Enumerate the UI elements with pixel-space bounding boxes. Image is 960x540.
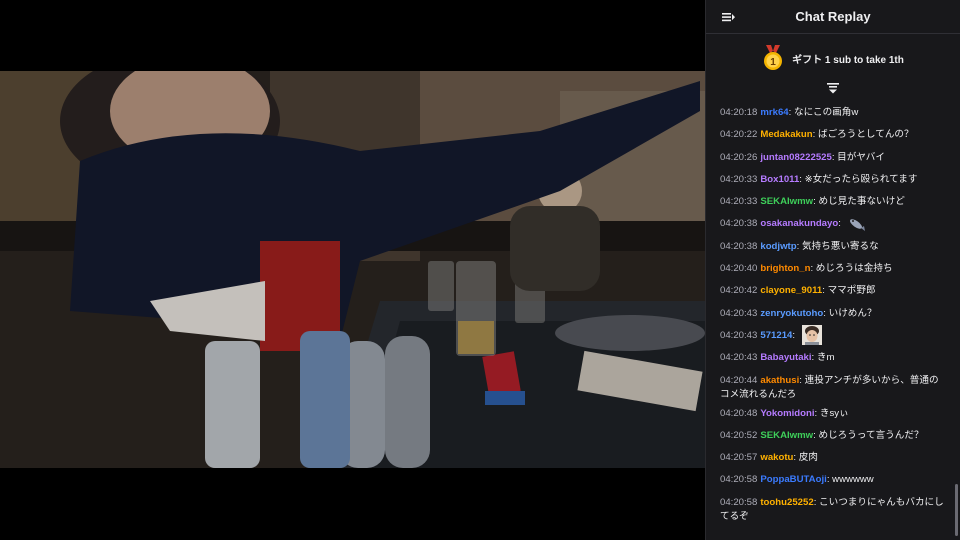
message-text: きsyぃ xyxy=(819,407,849,419)
message-timestamp: 04:20:57 xyxy=(720,452,758,464)
chat-message: 04:20:38 kodjwtp: 気持ち悪い寄るな xyxy=(720,236,948,258)
message-timestamp: 04:20:38 xyxy=(720,218,758,230)
chat-message: 04:20:44 akathusi: 連投アンチが多いから、普通のコメ流れるんだろ xyxy=(720,370,948,403)
video-player[interactable] xyxy=(0,0,705,540)
face-emote-icon xyxy=(801,325,822,346)
message-username[interactable]: SEKAIwmw xyxy=(760,430,813,441)
chat-message: 04:20:33 Box1011: ※女だったら殴られてます xyxy=(720,169,948,191)
chat-message: 04:20:58 toohu25252: こいつまりにゃんもバカにしてるぞ xyxy=(720,492,948,525)
gift-badge-number: 1 xyxy=(770,57,776,68)
message-timestamp: 04:20:33 xyxy=(720,196,758,208)
message-timestamp: 04:20:42 xyxy=(720,285,758,297)
chat-header: Chat Replay xyxy=(706,0,960,34)
message-timestamp: 04:20:22 xyxy=(720,129,758,141)
message-text: 気持ち悪い寄るな xyxy=(801,240,879,252)
message-username[interactable]: Medakakun xyxy=(760,129,812,140)
chat-message: 04:20:43 zenryokutoho: いけめん？ xyxy=(720,303,948,325)
message-username[interactable]: toohu25252 xyxy=(760,497,813,508)
message-username[interactable]: mrk64 xyxy=(760,107,788,118)
message-text: めじ見た事ないけど xyxy=(818,196,905,208)
message-username[interactable]: juntan08222525 xyxy=(760,152,831,163)
message-text: きm xyxy=(816,352,835,364)
message-text: いけめん？ xyxy=(828,307,877,319)
message-text: なにこの画角w xyxy=(793,107,859,118)
chat-message: 04:20:58 PoppaBUTAoji: wwwwww xyxy=(720,469,948,491)
video-content-image xyxy=(0,71,705,468)
message-text: ※女だったら殴られてます xyxy=(804,173,918,185)
message-timestamp: 04:20:33 xyxy=(720,173,758,185)
message-timestamp: 04:20:38 xyxy=(720,240,758,252)
message-username[interactable]: osakanakundayo xyxy=(760,218,838,229)
chat-message: 04:20:40 brighton_n: めじろうは金持ち xyxy=(720,258,948,280)
message-timestamp: 04:20:48 xyxy=(720,407,758,419)
chat-scrollbar[interactable] xyxy=(955,484,958,536)
message-username[interactable]: Yokomidoni xyxy=(760,408,814,419)
chat-message-list[interactable]: 04:20:18 mrk64: なにこの画角w 04:20:22 Medakakun:… xyxy=(720,102,948,525)
collapse-chat-icon[interactable] xyxy=(720,9,736,25)
chat-message: 04:20:42 clayone_9011: ママポ野郎 xyxy=(720,280,948,302)
message-username[interactable]: SEKAIwmw xyxy=(760,196,813,207)
chat-message: 04:20:26 juntan08222525: 目がヤバイ xyxy=(720,147,948,169)
message-separator: : xyxy=(792,329,798,341)
gift-leaderboard-banner[interactable]: 1 ギフト 1 sub to take 1th xyxy=(706,34,960,82)
chat-message: 04:20:57 wakotu: 皮肉 xyxy=(720,447,948,469)
message-username[interactable]: wakotu xyxy=(760,452,793,463)
message-timestamp: 04:20:43 xyxy=(720,352,758,364)
message-username[interactable]: Babayutaki xyxy=(760,352,811,363)
message-text: めじろうって言うんだ？ xyxy=(818,429,924,441)
chat-message: 04:20:33 SEKAIwmw: めじ見た事ないけど xyxy=(720,191,948,213)
message-username[interactable]: brighton_n xyxy=(760,263,810,274)
chat-panel: Chat Replay 1 ギフト 1 sub to take 1th 04:2… xyxy=(705,0,960,540)
expand-banner-icon[interactable] xyxy=(826,81,840,95)
message-timestamp: 04:20:52 xyxy=(720,429,758,441)
message-text: 皮肉 xyxy=(798,452,818,464)
chat-message: 04:20:38 osakanakundayo: xyxy=(720,213,948,235)
message-timestamp: 04:20:44 xyxy=(720,374,758,386)
message-timestamp: 04:20:43 xyxy=(720,329,758,341)
message-text: めじろうは金持ち xyxy=(815,263,893,275)
message-timestamp: 04:20:58 xyxy=(720,496,758,508)
message-text: 目がヤバイ xyxy=(837,151,885,163)
message-username[interactable]: akathusi xyxy=(760,375,799,386)
chat-message: 04:20:52 SEKAIwmw: めじろうって言うんだ？ xyxy=(720,425,948,447)
video-frame[interactable] xyxy=(0,71,705,468)
gift-text: ギフト 1 sub to take 1th xyxy=(792,54,904,66)
message-timestamp: 04:20:58 xyxy=(720,474,758,486)
chat-title: Chat Replay xyxy=(795,9,871,24)
chat-message: 04:20:43 571214: xyxy=(720,325,948,347)
app-root: Chat Replay 1 ギフト 1 sub to take 1th 04:2… xyxy=(0,0,960,540)
message-username[interactable]: clayone_9011 xyxy=(760,285,822,296)
message-username[interactable]: 571214 xyxy=(760,330,792,341)
chat-message: 04:20:22 Medakakun: ばごろうとしてんの？ xyxy=(720,124,948,146)
message-separator: : xyxy=(838,218,844,230)
chat-message: 04:20:43 Babayutaki: きm xyxy=(720,347,948,369)
chat-message: 04:20:18 mrk64: なにこの画角w xyxy=(720,102,948,124)
message-timestamp: 04:20:43 xyxy=(720,307,758,319)
message-username[interactable]: zenryokutoho xyxy=(760,308,823,319)
fish-emote-icon xyxy=(849,219,865,231)
message-username[interactable]: PoppaBUTAoji xyxy=(760,474,826,485)
message-text: ばごろうとしてんの？ xyxy=(817,129,914,141)
message-username[interactable]: kodjwtp xyxy=(760,241,796,252)
message-timestamp: 04:20:18 xyxy=(720,107,758,118)
message-timestamp: 04:20:26 xyxy=(720,151,758,163)
message-timestamp: 04:20:40 xyxy=(720,263,758,275)
message-text: ママポ野郎 xyxy=(827,285,876,297)
gold-medal-icon: 1 xyxy=(764,45,783,70)
message-text: wwwwww xyxy=(832,474,874,486)
chat-message: 04:20:48 Yokomidoni: きsyぃ xyxy=(720,403,948,425)
message-username[interactable]: Box1011 xyxy=(760,174,799,185)
